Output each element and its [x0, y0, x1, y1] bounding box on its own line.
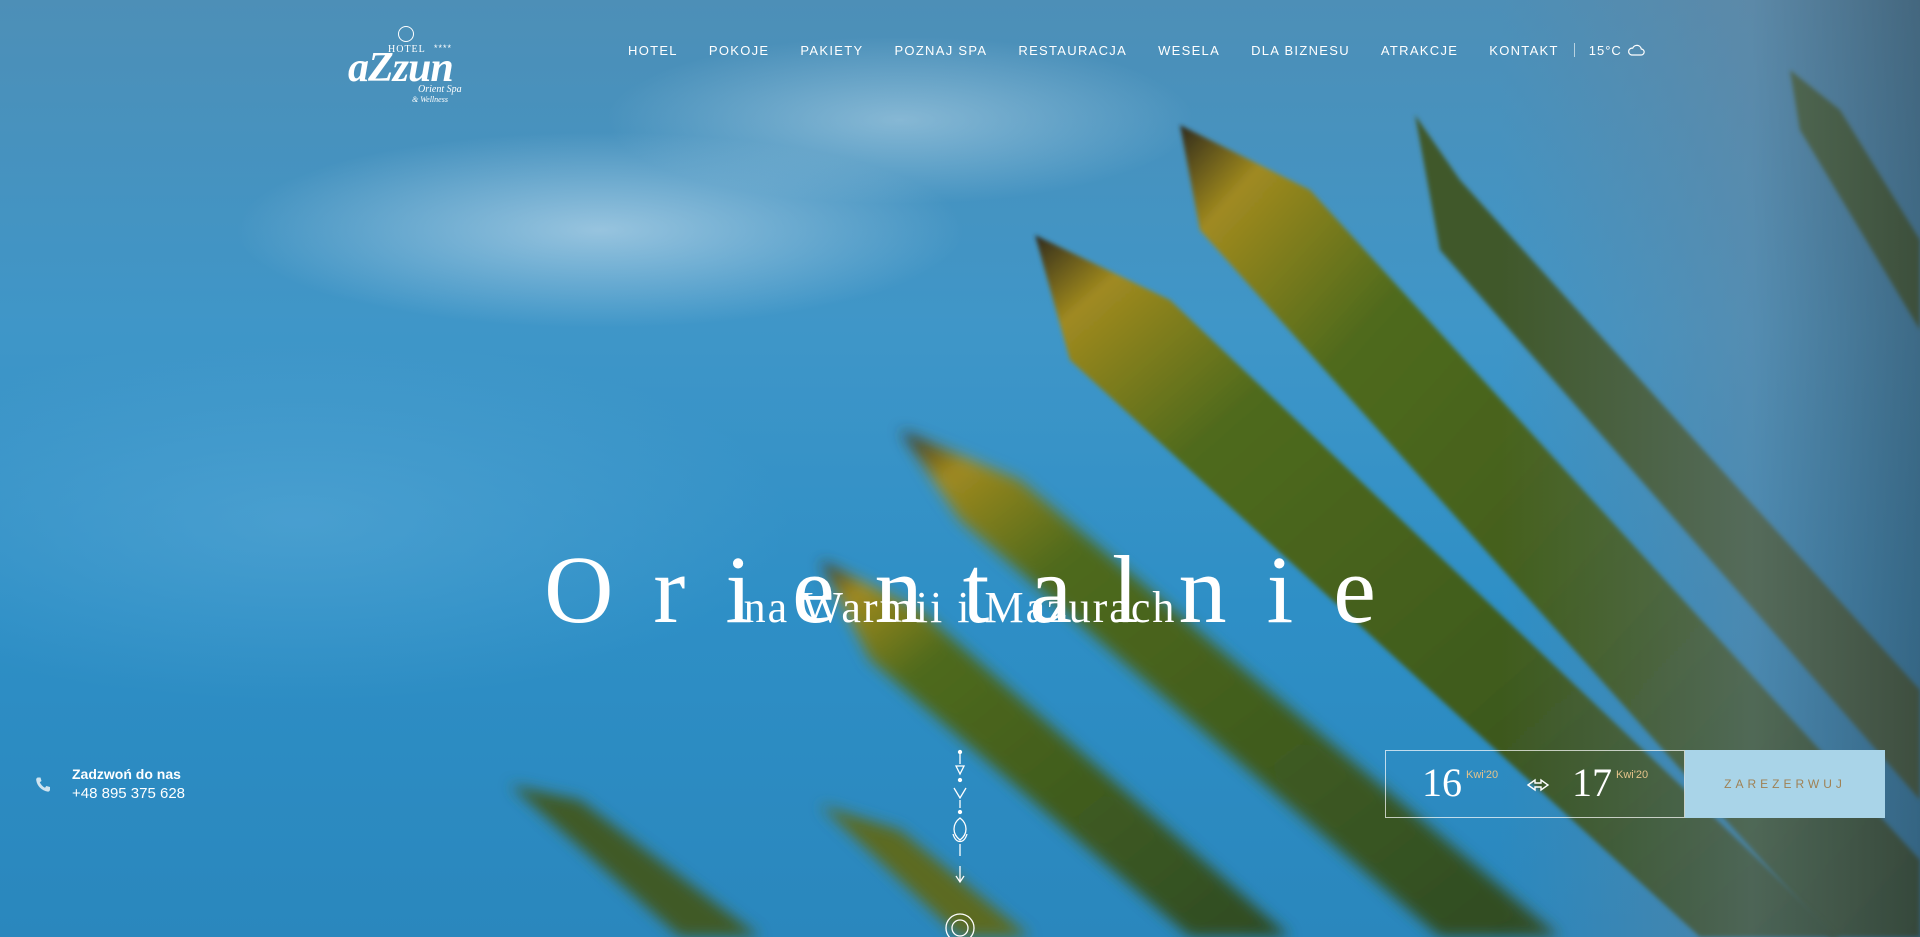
- hero-subheadline: na Warmii i Mazurach: [743, 583, 1177, 632]
- check-out-date[interactable]: 17 Kwi'20: [1572, 763, 1648, 803]
- nav-item-atrakcje[interactable]: ATRAKCJE: [1381, 43, 1458, 58]
- phone-icon: [36, 777, 50, 792]
- weather-widget: 15°C: [1589, 43, 1645, 58]
- call-us-block[interactable]: Zadzwoń do nas +48 895 375 628: [34, 764, 185, 804]
- phone-number[interactable]: +48 895 375 628: [72, 784, 185, 804]
- booking-widget: 16 Kwi'20 17 Kwi'20 ZAREZERWUJ: [1385, 750, 1885, 818]
- logo-subtitle: Orient Spa: [418, 84, 462, 95]
- check-out-month: Kwi'20: [1616, 769, 1649, 781]
- logo-emblem-icon: [398, 26, 414, 42]
- date-range-arrow-icon: [1526, 778, 1550, 792]
- check-out-day: 17: [1572, 760, 1612, 805]
- nav-divider: [1573, 43, 1575, 57]
- nav-item-restauracja[interactable]: RESTAURACJA: [1018, 43, 1127, 58]
- check-in-date[interactable]: 16 Kwi'20: [1422, 763, 1498, 803]
- cloud-icon: [1627, 44, 1645, 56]
- date-range-picker[interactable]: 16 Kwi'20 17 Kwi'20: [1385, 750, 1685, 818]
- nav-item-pakiety[interactable]: PAKIETY: [800, 43, 863, 58]
- nav-item-pokoje[interactable]: POKOJE: [709, 43, 770, 58]
- nav-item-dla-biznesu[interactable]: DLA BIZNESU: [1251, 43, 1350, 58]
- hotel-logo[interactable]: HOTEL **** aZzun Orient Spa & Wellness: [348, 22, 468, 108]
- nav-item-wesela[interactable]: WESELA: [1158, 43, 1220, 58]
- logo-subtitle-2: & Wellness: [412, 95, 448, 104]
- nav-item-poznaj-spa[interactable]: POZNAJ SPA: [894, 43, 987, 58]
- scroll-down-ornament-icon[interactable]: [940, 748, 980, 937]
- nav-item-kontakt[interactable]: KONTAKT: [1489, 43, 1559, 58]
- main-navigation: HOTEL POKOJE PAKIETY POZNAJ SPA RESTAURA…: [628, 41, 1645, 59]
- call-us-label: Zadzwoń do nas: [72, 766, 181, 782]
- check-in-day: 16: [1422, 760, 1462, 805]
- reserve-button[interactable]: ZAREZERWUJ: [1685, 750, 1885, 818]
- check-in-month: Kwi'20: [1466, 769, 1499, 781]
- weather-temperature: 15°C: [1588, 42, 1622, 58]
- nav-item-hotel[interactable]: HOTEL: [628, 43, 678, 58]
